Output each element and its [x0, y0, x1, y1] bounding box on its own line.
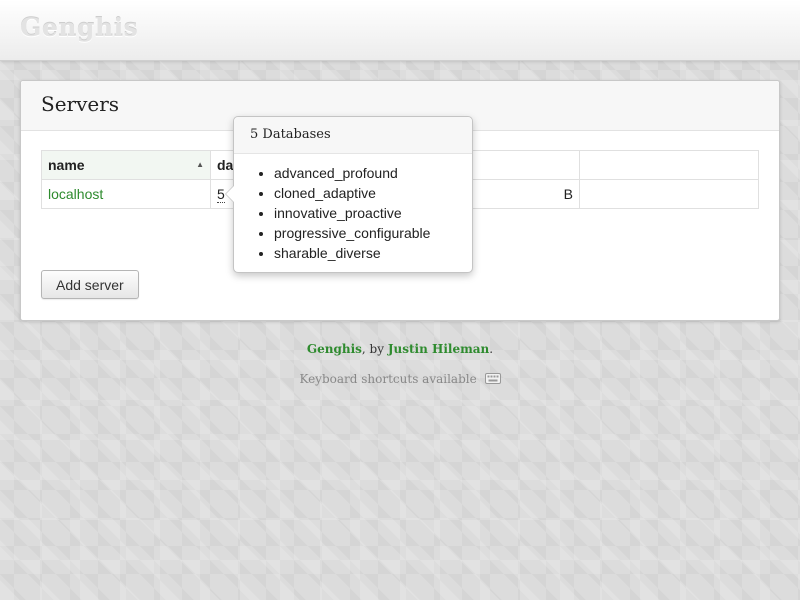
database-list: advanced_profound cloned_adaptive innova… — [234, 154, 472, 263]
list-item: cloned_adaptive — [274, 183, 472, 203]
app-logo[interactable]: Genghis — [20, 13, 138, 42]
databases-count[interactable]: 5 — [217, 186, 225, 203]
footer-author-link[interactable]: Justin Hileman — [388, 342, 489, 356]
column-header-name[interactable]: name ▲ — [41, 150, 211, 180]
add-server-button[interactable]: Add server — [41, 270, 139, 299]
size-value: B — [563, 186, 573, 202]
sort-ascending-icon: ▲ — [196, 160, 204, 169]
column-header-3[interactable] — [470, 150, 580, 180]
footer-credits: Genghis, by Justin Hileman. — [306, 342, 494, 356]
server-link-localhost[interactable]: localhost — [48, 186, 103, 202]
list-item: progressive_configurable — [274, 223, 472, 243]
popover-title: 5 Databases — [234, 117, 472, 154]
databases-popover: 5 Databases advanced_profound cloned_ada… — [225, 116, 473, 273]
keyboard-icon — [484, 372, 501, 387]
page-title: Servers — [41, 92, 120, 116]
column-header-4 — [579, 150, 759, 180]
cell-actions — [579, 179, 759, 209]
list-item: advanced_profound — [274, 163, 472, 183]
keyboard-shortcuts-hint[interactable]: Keyboard shortcuts available — [0, 372, 800, 387]
cell-server-name: localhost — [41, 179, 211, 209]
list-item: innovative_proactive — [274, 203, 472, 223]
footer-app-link[interactable]: Genghis — [307, 342, 362, 356]
cell-size: B — [470, 179, 580, 209]
list-item: sharable_diverse — [274, 243, 472, 263]
top-navbar: Genghis — [0, 0, 800, 61]
